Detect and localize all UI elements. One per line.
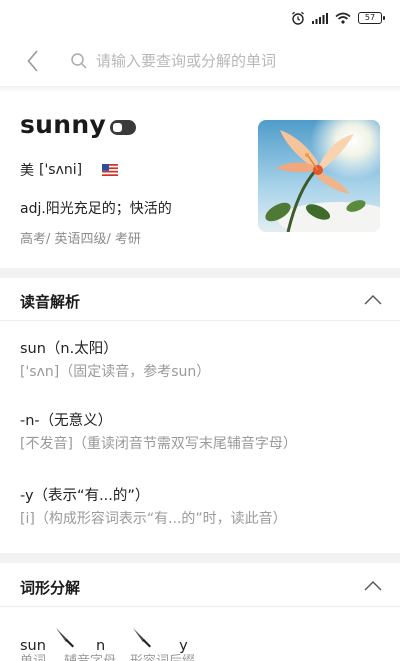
morph-label: 辅音字母 xyxy=(64,650,116,661)
pronunciation-entry-main: sun（n.太阳） xyxy=(20,341,118,357)
pronunciation-entry-main: -n-（无意义） xyxy=(20,413,113,429)
collapse-chevron-icon[interactable] xyxy=(364,294,382,306)
morphology-title: 词形分解 xyxy=(20,579,81,597)
exam-tags: 高考/ 英语四级/ 考研 xyxy=(20,232,142,247)
pronunciation-entry-main: -y（表示“有...的”） xyxy=(20,488,150,504)
definition-text: adj.阳光充足的；快活的 xyxy=(20,201,172,217)
morph-label: 形容词后缀 xyxy=(130,650,195,661)
pronunciation-entry-sub: [不发音]（重读闭音节需双写末尾辅音字母） xyxy=(20,436,297,452)
wifi-icon xyxy=(335,12,351,24)
back-chevron-icon xyxy=(27,50,38,72)
morph-labels: 单词 辅音字母 形容词后缀 xyxy=(20,650,195,661)
search-box[interactable] xyxy=(70,44,400,78)
knife-icon xyxy=(133,628,152,648)
battery-icon: 57 xyxy=(358,12,385,24)
display-toggle[interactable] xyxy=(110,120,136,135)
knife-icon xyxy=(55,628,74,648)
search-input[interactable] xyxy=(96,52,346,70)
morph-label: 单词 xyxy=(20,650,46,661)
back-button[interactable] xyxy=(20,46,46,76)
section-line xyxy=(0,606,400,607)
pronunciation-entry-sub: ['sʌn]（固定读音，参考sun） xyxy=(20,364,211,380)
word-illustration xyxy=(258,120,380,232)
collapse-chevron-icon[interactable] xyxy=(364,580,382,592)
pronunciation-title: 读音解析 xyxy=(20,293,81,311)
status-bar: 57 xyxy=(0,0,400,36)
section-divider xyxy=(0,553,400,563)
status-icons: 57 xyxy=(291,10,385,26)
search-icon xyxy=(71,53,87,69)
signal-icon xyxy=(312,13,328,24)
region-label: 美 xyxy=(20,163,34,179)
section-divider xyxy=(0,268,400,278)
word-card: sunny 美 ['sʌni] adj.阳光充足的；快活的 高考/ 英语四级/ … xyxy=(0,96,400,266)
section-line xyxy=(0,320,400,321)
alarm-icon xyxy=(292,11,304,25)
search-header xyxy=(0,36,400,86)
header-divider xyxy=(0,86,400,92)
us-flag-icon[interactable] xyxy=(102,164,119,176)
phonetic-row: 美 ['sʌni] xyxy=(20,160,119,180)
phonetic-text: ['sʌni] xyxy=(39,162,83,178)
pronunciation-entry-sub: [i]（构成形容词表示“有...的”时，读此音） xyxy=(20,511,287,527)
word-title: sunny xyxy=(20,110,107,139)
